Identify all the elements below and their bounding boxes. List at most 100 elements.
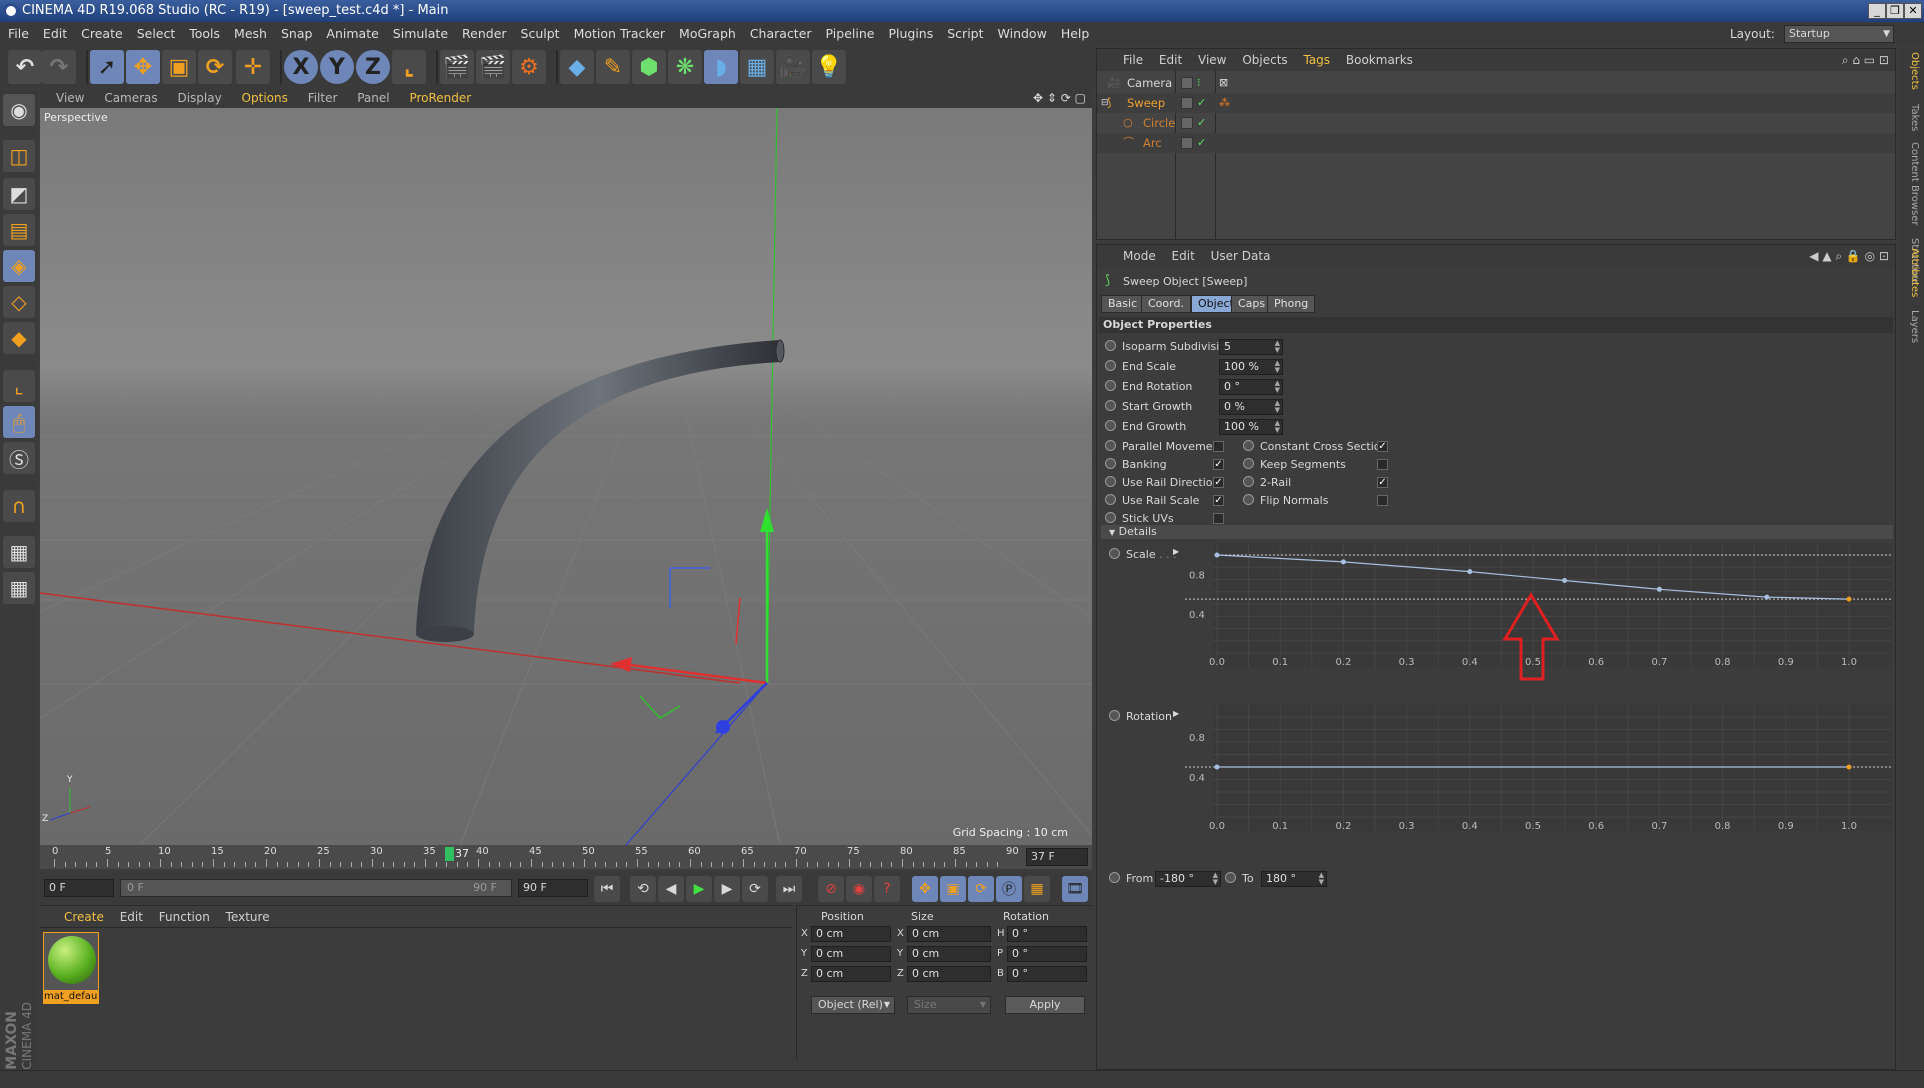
tab-takes[interactable]: Takes <box>1902 104 1920 131</box>
previous-frame-button[interactable]: ◀ <box>658 876 684 902</box>
attribute-menu-edit[interactable]: Edit <box>1172 245 1195 267</box>
menu-character[interactable]: Character <box>742 22 818 46</box>
checkbox[interactable] <box>1213 513 1224 524</box>
object-name[interactable]: Circle <box>1143 113 1175 133</box>
point-level-animation-button[interactable]: ▦ <box>1024 876 1050 902</box>
object-menu-edit[interactable]: Edit <box>1159 49 1182 71</box>
menu-create[interactable]: Create <box>73 22 129 46</box>
property-value-field[interactable]: 100 % ▲ ▼ <box>1219 419 1283 435</box>
checkbox[interactable] <box>1377 459 1388 470</box>
keyframe-radio-icon[interactable] <box>1105 494 1116 505</box>
material-menu-function[interactable]: Function <box>159 906 210 928</box>
frame-range-slider[interactable]: 0 F 90 F <box>120 879 512 897</box>
cloner-button[interactable]: ❋ <box>668 50 702 84</box>
viewport-menu-cameras[interactable]: Cameras <box>104 88 157 108</box>
subdivision-surface-button[interactable]: ⬢ <box>632 50 666 84</box>
keyframe-radio-icon[interactable] <box>1243 440 1254 451</box>
keyframe-radio-icon[interactable] <box>1105 360 1116 371</box>
menu-render[interactable]: Render <box>454 22 513 46</box>
menu-plugins[interactable]: Plugins <box>880 22 939 46</box>
menu-pipeline[interactable]: Pipeline <box>818 22 881 46</box>
sweep-tag-icon[interactable]: ⁂ <box>1219 93 1230 113</box>
object-row-camera[interactable]: 🎥 Camera ⁝ ⊠ <box>1097 73 1895 93</box>
viewport-menu-filter[interactable]: Filter <box>308 88 338 108</box>
next-key-button[interactable]: ⟳ <box>742 876 768 902</box>
enable-check-icon[interactable]: ✓ <box>1197 133 1206 153</box>
keyframe-radio-icon[interactable] <box>1243 458 1254 469</box>
property-value-field[interactable]: 100 % ▲ ▼ <box>1219 359 1283 375</box>
move-tool[interactable]: ✥ <box>126 50 160 84</box>
start-frame-field[interactable]: 0 F <box>44 879 114 897</box>
transform-tool[interactable]: ✛ <box>236 50 270 84</box>
coordinate-mode-dropdown[interactable]: Object (Rel) ▼ <box>811 996 895 1014</box>
checkbox[interactable]: ✓ <box>1213 459 1224 470</box>
coordinate-system-button[interactable]: ⌞ <box>392 50 426 84</box>
camera-button[interactable]: 🎥 <box>776 50 810 84</box>
minimize-button[interactable]: _ <box>1868 3 1886 19</box>
restore-button[interactable]: ❐ <box>1886 3 1904 19</box>
details-header[interactable]: ▼ Details <box>1101 525 1893 539</box>
menu-motion-tracker[interactable]: Motion Tracker <box>566 22 671 46</box>
edit-render-settings-button[interactable]: ⚙ <box>512 50 546 84</box>
editor-visibility-icon[interactable] <box>1181 77 1193 89</box>
tab-basic[interactable]: Basic <box>1101 295 1145 313</box>
attribute-manager-icons[interactable]: ◀ ▲ ⌕ 🔒 ◎ ⊡ <box>1809 245 1889 267</box>
object-row-arc[interactable]: ⌒ Arc ✓ <box>1097 133 1895 153</box>
camera-tag-icon[interactable]: ⊠ <box>1219 73 1228 93</box>
menu-sculpt[interactable]: Sculpt <box>513 22 566 46</box>
keyframe-selection-button[interactable]: ? <box>874 876 900 902</box>
editor-visibility-icon[interactable] <box>1181 117 1193 129</box>
light-button[interactable]: 💡 <box>812 50 846 84</box>
viewport-menu-options[interactable]: Options <box>242 88 288 108</box>
keyframe-radio-icon[interactable] <box>1109 710 1120 721</box>
scale-spline-graph[interactable]: 0.0 0.1 0.2 0.3 0.4 0.5 0.6 0.7 0.8 0.9 1.0 0.8 0.4 <box>1185 543 1891 681</box>
apply-button[interactable]: Apply <box>1005 996 1085 1014</box>
rotation-expand-icon[interactable]: ▶ <box>1173 709 1179 718</box>
object-name[interactable]: Sweep <box>1127 93 1165 113</box>
deformer-button[interactable]: ◗ <box>704 50 738 84</box>
tab-objects[interactable]: Objects <box>1902 52 1920 90</box>
viewport-menu-prorender[interactable]: ProRender <box>409 88 471 108</box>
position-key-button[interactable]: ✥ <box>912 876 938 902</box>
enable-check-icon[interactable]: ✓ <box>1197 93 1206 113</box>
rotation-key-button[interactable]: ⟳ <box>968 876 994 902</box>
material-menu-create[interactable]: Create <box>64 906 104 928</box>
scale-key-button[interactable]: ▣ <box>940 876 966 902</box>
quantize-button[interactable]: ▦ <box>3 572 35 604</box>
object-manager-icons[interactable]: ⌕ ⌂ ▭ ⊡ <box>1842 49 1889 71</box>
from-field[interactable]: -180 ° ▲ ▼ <box>1155 871 1221 887</box>
menu-edit[interactable]: Edit <box>35 22 73 46</box>
material-swatch[interactable]: mat_default <box>43 932 99 1004</box>
end-frame-field[interactable]: 90 F <box>518 879 588 897</box>
menu-select[interactable]: Select <box>129 22 182 46</box>
tab-attributes[interactable]: Attributes <box>1902 248 1920 297</box>
polygons-mode-button[interactable]: ◆ <box>3 322 35 354</box>
workplane-mode-button[interactable]: ▤ <box>3 214 35 246</box>
layout-dropdown[interactable]: Startup ▼ <box>1784 25 1894 43</box>
edges-mode-button[interactable]: ◇ <box>3 286 35 318</box>
pen-spline-button[interactable]: ✎ <box>596 50 630 84</box>
property-value-field[interactable]: 5 ▲ ▼ <box>1219 339 1283 355</box>
live-selection-tool[interactable]: ➚ <box>90 50 124 84</box>
viewport-menu-view[interactable]: View <box>56 88 84 108</box>
timeline-ruler[interactable]: 0 5 10 15 20 25 30 35 40 45 50 55 60 65 70 75 80 85 90 37 … <box>40 845 1092 869</box>
go-to-start-button[interactable]: ⏮ <box>594 876 620 902</box>
checkbox[interactable] <box>1213 441 1224 452</box>
keyframe-radio-icon[interactable] <box>1243 476 1254 487</box>
rotate-tool[interactable]: ⟳ <box>198 50 232 84</box>
object-row-sweep[interactable]: ⊟ ⟆ Sweep ✓ ⁂ <box>1097 93 1895 113</box>
menu-file[interactable]: File <box>0 22 35 46</box>
keyframe-radio-icon[interactable] <box>1105 512 1116 523</box>
snap-button[interactable]: ∩ <box>3 490 35 522</box>
make-editable-button[interactable]: ◉ <box>3 94 35 126</box>
menu-snap[interactable]: Snap <box>273 22 318 46</box>
menu-simulate[interactable]: Simulate <box>385 22 454 46</box>
redo-button[interactable]: ↷ <box>42 50 76 84</box>
workplane-lock-button[interactable]: ▦ <box>3 536 35 568</box>
menu-help[interactable]: Help <box>1053 22 1096 46</box>
keyframe-radio-icon[interactable] <box>1225 872 1236 883</box>
points-mode-button[interactable]: ◈ <box>3 250 35 282</box>
checkbox[interactable]: ✓ <box>1213 477 1224 488</box>
coordinate-value-field[interactable]: 0 ° <box>1007 966 1087 982</box>
next-frame-button[interactable]: ▶ <box>714 876 740 902</box>
